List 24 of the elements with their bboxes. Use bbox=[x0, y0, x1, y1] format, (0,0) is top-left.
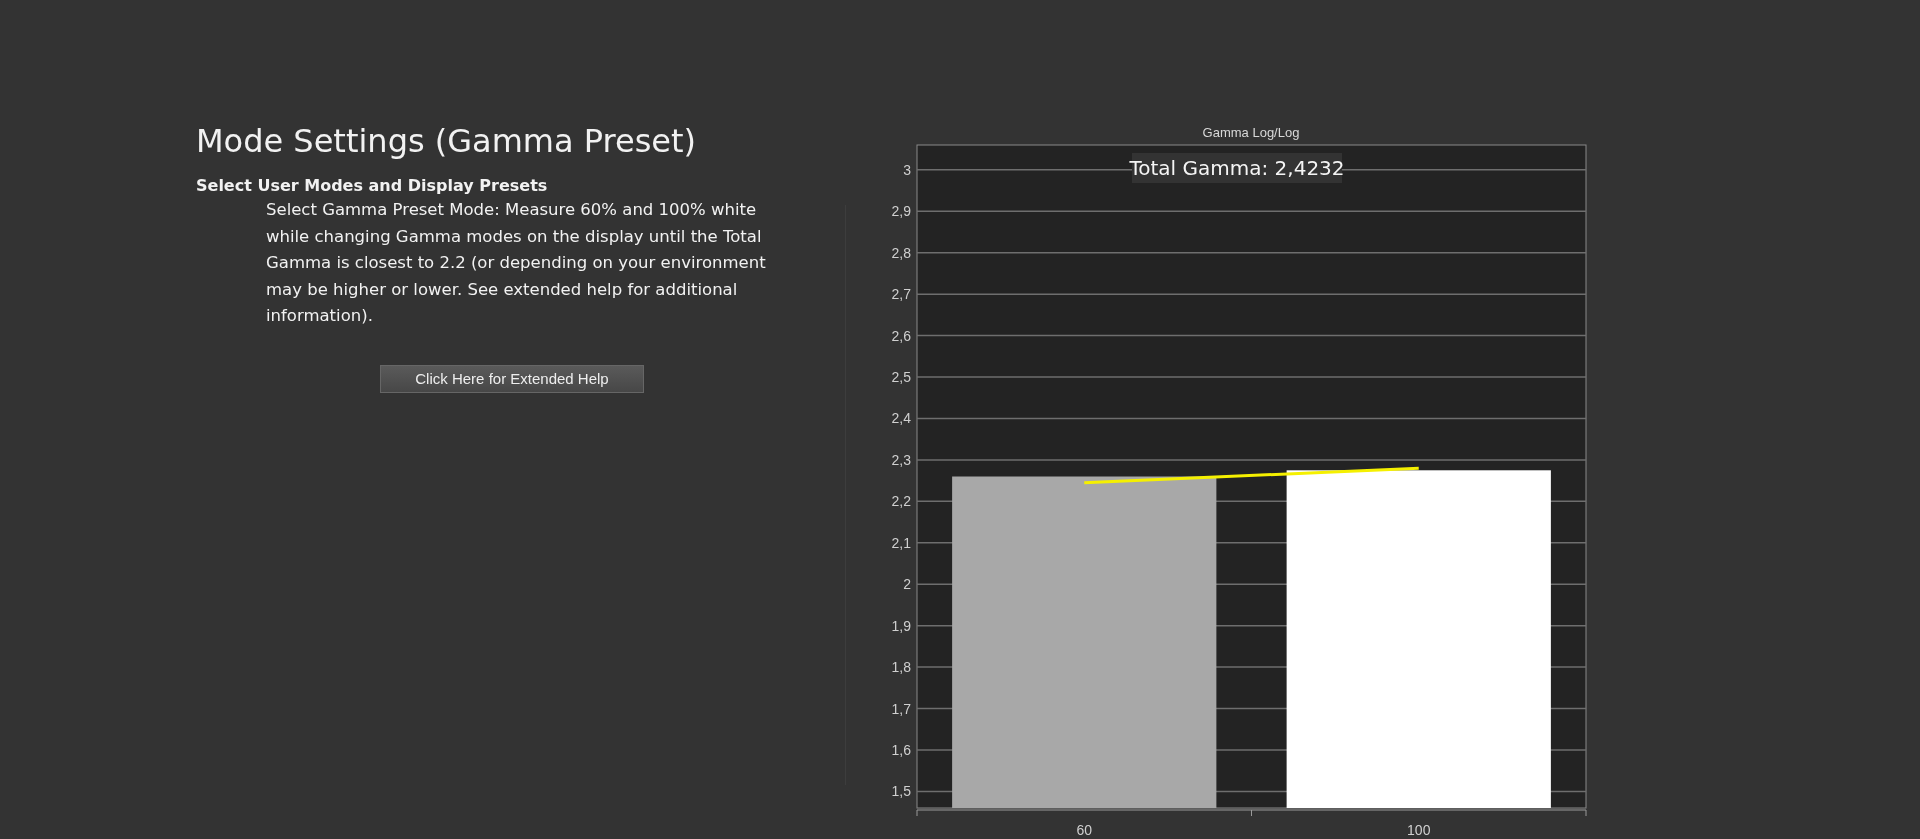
y-axis-label: 2,6 bbox=[891, 327, 911, 344]
y-axis-label: 1,7 bbox=[891, 700, 911, 717]
total-gamma-label: Total Gamma: 2,4232 bbox=[1129, 153, 1345, 183]
x-axis-label: 60 bbox=[1076, 822, 1093, 838]
section-heading: Select User Modes and Display Presets bbox=[196, 176, 549, 195]
chart-title: Gamma Log/Log bbox=[1202, 125, 1300, 140]
y-axis-label: 2,7 bbox=[891, 286, 911, 303]
y-axis-label: 2,2 bbox=[891, 493, 911, 510]
y-axis-label: 1,9 bbox=[891, 617, 911, 634]
instructions-text: Select Gamma Preset Mode: Measure 60% and 100% white while changing Gamma modes on the display until the Total Gamma is closest to 2.2 (or depending on your environment may be higher or lower. See extended help for additional information). bbox=[266, 199, 766, 327]
y-axis-label: 1,6 bbox=[891, 742, 911, 758]
y-axis-label: 1,5 bbox=[891, 783, 911, 800]
page-title: Mode Settings (Gamma Preset) bbox=[196, 121, 698, 162]
y-axis-label: 2,1 bbox=[891, 534, 911, 551]
extended-help-button[interactable]: Click Here for Extended Help bbox=[380, 364, 644, 393]
x-axis-label: 100 bbox=[1407, 822, 1431, 838]
y-axis-label: 2,8 bbox=[891, 244, 911, 261]
y-axis-label: 2,3 bbox=[891, 451, 911, 468]
y-axis-label: 1,8 bbox=[891, 659, 911, 676]
y-axis-label: 2,5 bbox=[891, 369, 911, 386]
y-axis-label: 2 bbox=[903, 576, 911, 593]
y-axis-label: 3 bbox=[903, 161, 911, 178]
y-axis-label: 2,4 bbox=[891, 410, 911, 427]
y-axis-label: 2,9 bbox=[891, 203, 911, 220]
